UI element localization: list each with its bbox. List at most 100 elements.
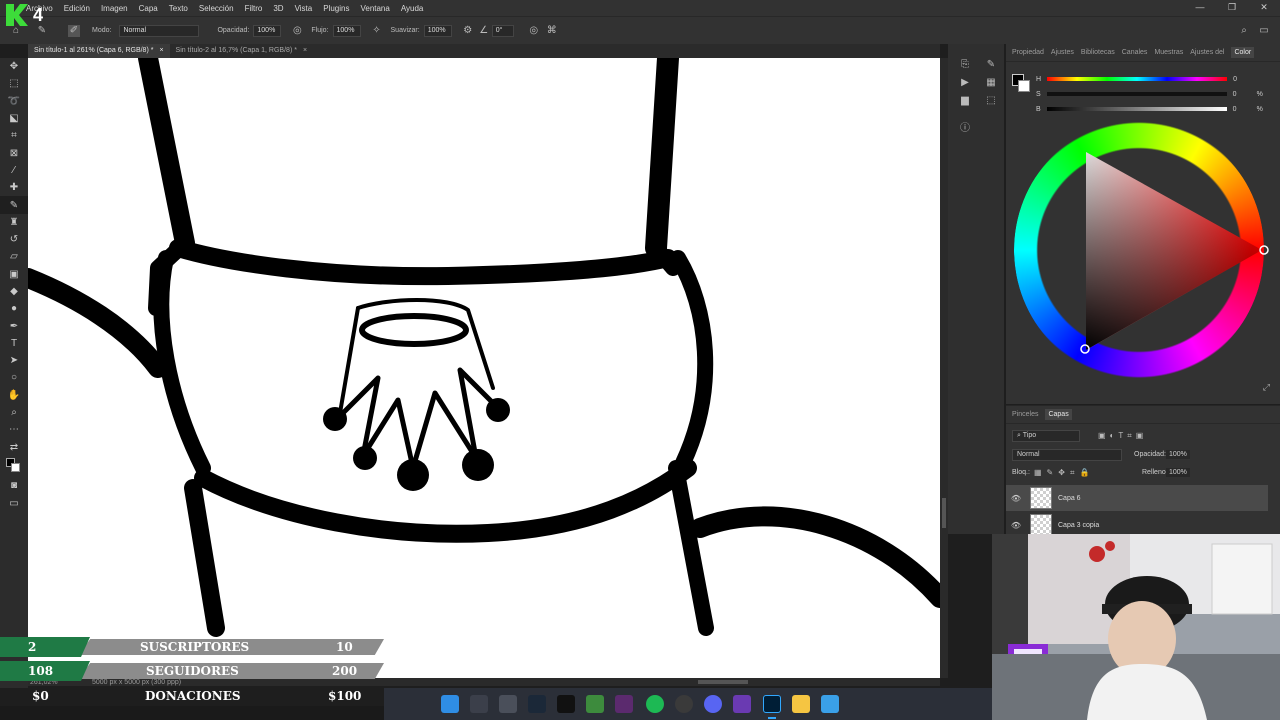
menu-ayuda[interactable]: Ayuda bbox=[401, 4, 424, 13]
menu-plugins[interactable]: Plugins bbox=[323, 4, 349, 13]
brush-settings-icon[interactable]: ✐ bbox=[68, 24, 80, 37]
minimize-button[interactable]: — bbox=[1184, 0, 1216, 16]
brush-tool-icon[interactable]: ✎ bbox=[0, 196, 28, 214]
marquee-tool-icon[interactable]: ⬚ bbox=[0, 75, 28, 92]
tab-muestras[interactable]: Muestras bbox=[1154, 49, 1183, 56]
tab-ajustes[interactable]: Ajustes bbox=[1051, 49, 1074, 56]
crop-tool-icon[interactable]: ⌗ bbox=[0, 127, 28, 144]
close-button[interactable]: ✕ bbox=[1248, 0, 1280, 16]
lock-icons[interactable]: ▦✎✥⌗🔒 bbox=[1034, 468, 1094, 478]
opacity-field[interactable]: 100% bbox=[253, 24, 282, 37]
discord-icon[interactable] bbox=[704, 695, 722, 713]
menu-filtro[interactable]: Filtro bbox=[245, 4, 263, 13]
layer-filter-icons[interactable]: ▣◐T⌗▣ bbox=[1098, 431, 1147, 441]
hue-slider[interactable]: H 0 bbox=[1036, 74, 1257, 84]
menu-imagen[interactable]: Imagen bbox=[101, 4, 128, 13]
smoothing-field[interactable]: 100% bbox=[423, 24, 452, 37]
photos-icon[interactable] bbox=[821, 695, 839, 713]
vertical-scrollbar[interactable] bbox=[940, 58, 948, 678]
path-select-icon[interactable]: ➤ bbox=[0, 352, 28, 369]
screen-mode-icon[interactable]: ▭ bbox=[0, 494, 28, 511]
tab-document-2[interactable]: Sin título-2 al 16,7% (Capa 1, RGB/8) * … bbox=[170, 44, 314, 58]
vegas-icon[interactable] bbox=[615, 695, 633, 713]
zoom-tool-icon[interactable]: ⌕ bbox=[0, 404, 28, 421]
pressure-opacity-icon[interactable]: ◎ bbox=[291, 25, 303, 37]
lasso-tool-icon[interactable]: ➰ bbox=[0, 93, 28, 110]
restore-button[interactable]: ❐ bbox=[1216, 0, 1248, 16]
layer-opacity-field[interactable]: 100% bbox=[1166, 450, 1190, 459]
tab-ajustes-del[interactable]: Ajustes del bbox=[1190, 49, 1224, 56]
twitch-tool-icon[interactable] bbox=[733, 695, 751, 713]
tiktok-icon[interactable] bbox=[557, 695, 575, 713]
tab-propiedades[interactable]: Propiedad bbox=[1012, 49, 1044, 56]
canvas[interactable] bbox=[28, 58, 940, 678]
comments-icon[interactable]: ▆ bbox=[958, 94, 972, 108]
tab-close-icon[interactable]: × bbox=[303, 44, 307, 58]
fill-field[interactable]: 100% bbox=[1166, 468, 1190, 477]
clone-stamp-icon[interactable]: ♜ bbox=[0, 214, 28, 231]
pressure-size-icon[interactable]: ◎ bbox=[528, 25, 540, 37]
flow-field[interactable]: 100% bbox=[332, 24, 361, 37]
eraser-icon[interactable]: ▱ bbox=[0, 248, 28, 265]
dodge-tool-icon[interactable]: ● bbox=[0, 300, 28, 317]
minecraft-icon[interactable] bbox=[586, 695, 604, 713]
brushes-panel-icon[interactable]: ✎ bbox=[984, 58, 998, 72]
quick-mask-icon[interactable]: ◙ bbox=[0, 477, 28, 494]
more-tools-icon[interactable]: ⋯ bbox=[0, 421, 28, 438]
hand-tool-icon[interactable]: ✋ bbox=[0, 387, 28, 404]
airbrush-icon[interactable]: ✧ bbox=[371, 25, 383, 37]
menu-edicion[interactable]: Edición bbox=[64, 4, 90, 13]
menu-texto[interactable]: Texto bbox=[169, 4, 188, 13]
paths-icon[interactable]: ⬚ bbox=[984, 94, 998, 108]
menu-3d[interactable]: 3D bbox=[273, 4, 283, 13]
menu-seleccion[interactable]: Selección bbox=[199, 4, 234, 13]
gear-icon[interactable]: ⚙ bbox=[462, 25, 474, 37]
healing-brush-icon[interactable]: ✚ bbox=[0, 179, 28, 196]
shape-tool-icon[interactable]: ○ bbox=[0, 369, 28, 386]
gradient-icon[interactable]: ▣ bbox=[0, 266, 28, 283]
eyedropper-icon[interactable]: ⁄ bbox=[0, 162, 28, 179]
swatch-swap-icon[interactable]: ⇄ bbox=[0, 439, 28, 456]
search-icon[interactable]: ⌕ bbox=[1238, 25, 1250, 37]
steam-icon[interactable] bbox=[528, 695, 546, 713]
tab-canales[interactable]: Canales bbox=[1122, 49, 1148, 56]
layer-filter-select[interactable]: ⌕ Tipo bbox=[1012, 430, 1080, 442]
menu-capa[interactable]: Capa bbox=[139, 4, 158, 13]
visibility-eye-icon[interactable]: 👁 bbox=[1006, 494, 1026, 503]
move-tool-icon[interactable]: ✥ bbox=[0, 58, 28, 75]
brightness-value[interactable]: 0 bbox=[1233, 106, 1257, 113]
blur-tool-icon[interactable]: ◆ bbox=[0, 283, 28, 300]
tab-document-1[interactable]: Sin título-1 al 261% (Capa 6, RGB/8) * × bbox=[28, 44, 170, 58]
layers-grid-icon[interactable]: ▦ bbox=[984, 76, 998, 90]
workspace-icon[interactable]: ▭ bbox=[1258, 25, 1270, 37]
symmetry-icon[interactable]: ⌘ bbox=[546, 25, 558, 37]
tab-pinceles[interactable]: Pinceles bbox=[1012, 411, 1038, 418]
tab-bibliotecas[interactable]: Bibliotecas bbox=[1081, 49, 1115, 56]
hue-value[interactable]: 0 bbox=[1233, 76, 1257, 83]
menu-vista[interactable]: Vista bbox=[295, 4, 313, 13]
color-swatch-icon[interactable] bbox=[0, 456, 28, 473]
saturation-value[interactable]: 0 bbox=[1233, 91, 1257, 98]
info-icon[interactable]: ⓘ bbox=[958, 122, 972, 136]
obs-icon[interactable] bbox=[675, 695, 693, 713]
windows-start-icon[interactable] bbox=[441, 695, 459, 713]
layer-row[interactable]: 👁 Capa 6 bbox=[1006, 485, 1268, 511]
file-explorer-icon[interactable] bbox=[792, 695, 810, 713]
history-brush-icon[interactable]: ↺ bbox=[0, 231, 28, 248]
visibility-eye-icon[interactable]: 👁 bbox=[1006, 521, 1026, 530]
angle-field[interactable]: 0° bbox=[491, 24, 514, 37]
pen-tool-icon[interactable]: ✒ bbox=[0, 317, 28, 334]
tab-color[interactable]: Color bbox=[1231, 47, 1255, 58]
play-action-icon[interactable]: ▶ bbox=[958, 76, 972, 90]
task-view-icon[interactable] bbox=[470, 695, 488, 713]
saturation-slider[interactable]: S 0 % bbox=[1036, 89, 1263, 99]
tab-close-icon[interactable]: × bbox=[159, 44, 163, 58]
background-swatch[interactable] bbox=[1018, 80, 1030, 92]
brightness-slider[interactable]: B 0 % bbox=[1036, 104, 1263, 114]
spotify-icon[interactable] bbox=[646, 695, 664, 713]
tab-capas[interactable]: Capas bbox=[1045, 409, 1072, 420]
frame-tool-icon[interactable]: ⊠ bbox=[0, 144, 28, 161]
expand-icon[interactable]: ⤢ bbox=[1263, 382, 1270, 393]
blend-mode-select[interactable]: Normal bbox=[1012, 449, 1122, 461]
object-select-icon[interactable]: ⬕ bbox=[0, 110, 28, 127]
